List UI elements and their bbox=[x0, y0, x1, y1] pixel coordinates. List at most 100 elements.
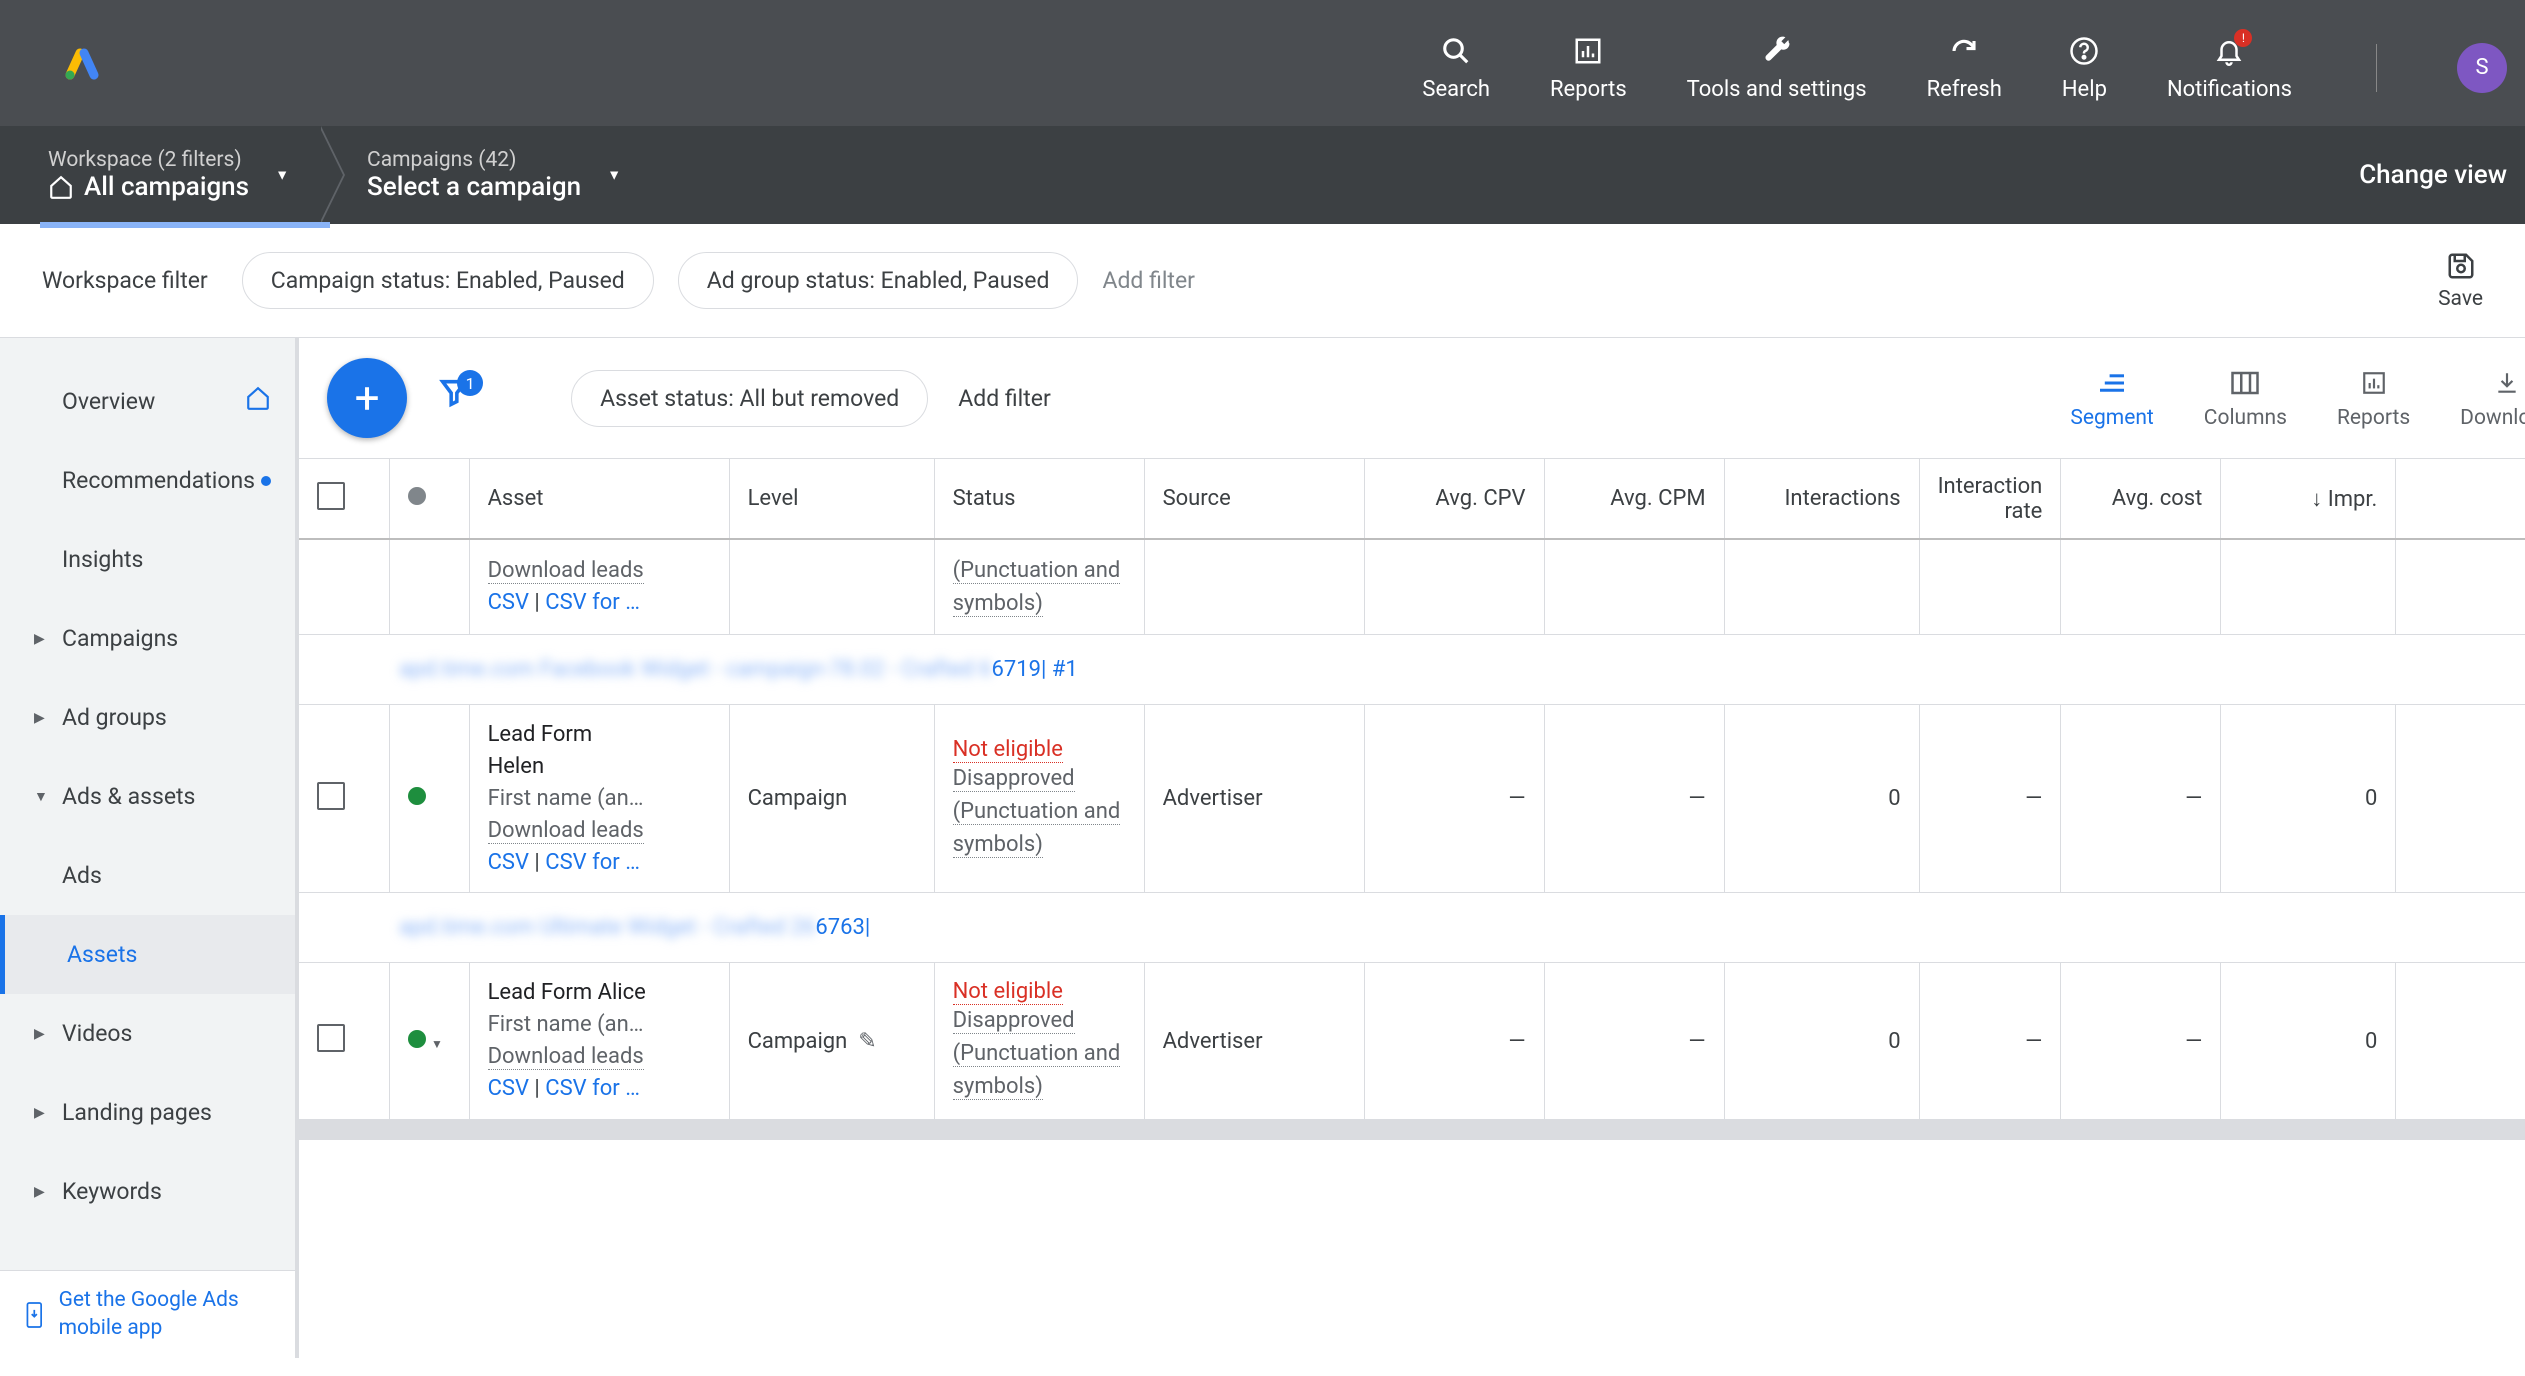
cost-header[interactable]: Co bbox=[2396, 459, 2525, 539]
download-label: Download bbox=[2460, 406, 2525, 430]
campaign-name-blurred: apd.time.com Ultimate Widget - Crafted 2… bbox=[399, 915, 815, 940]
int-rate-cell: — bbox=[1919, 963, 2061, 1120]
sidebar-item-assets[interactable]: Assets bbox=[0, 915, 295, 994]
table-row: Lead FormHelenFirst name (an…Download le… bbox=[299, 705, 2525, 893]
row-status-dot[interactable]: ▼ bbox=[389, 963, 469, 1120]
add-filter-button[interactable]: Add filter bbox=[958, 385, 1051, 412]
workspace-filter-label: Workspace filter bbox=[42, 267, 208, 294]
csv-for-link[interactable]: CSV for … bbox=[545, 850, 640, 875]
campaign-status-chip[interactable]: Campaign status: Enabled, Paused bbox=[242, 252, 654, 309]
sidebar-item-recommendations[interactable]: Recommendations bbox=[0, 441, 295, 520]
sidebar-item-videos[interactable]: ▶Videos bbox=[0, 994, 295, 1073]
reports-button[interactable]: Reports bbox=[1550, 33, 1627, 102]
status-reason: (Punctuation and symbols) bbox=[953, 1041, 1121, 1100]
table-row: ▼ Lead Form AliceFirst name (an…Download… bbox=[299, 963, 2525, 1120]
csv-link[interactable]: CSV bbox=[488, 590, 529, 615]
refresh-button[interactable]: Refresh bbox=[1927, 33, 2002, 102]
sidebar-item-campaigns[interactable]: ▶ Campaigns bbox=[0, 599, 295, 678]
sidebar-item-insights[interactable]: Insights bbox=[0, 520, 295, 599]
avg-cost-header[interactable]: Avg. cost bbox=[2061, 459, 2221, 539]
caret-right-icon: ▶ bbox=[34, 631, 45, 647]
sidebar-item-adsassets[interactable]: ▼Ads & assets bbox=[0, 757, 295, 836]
status-dot-header bbox=[389, 459, 469, 539]
row-checkbox[interactable] bbox=[299, 705, 389, 893]
avatar[interactable]: S bbox=[2457, 43, 2507, 93]
adgroups-label: Ad groups bbox=[62, 704, 167, 731]
status-header[interactable]: Status bbox=[934, 459, 1144, 539]
tools-button[interactable]: Tools and settings bbox=[1687, 33, 1867, 103]
row-checkbox[interactable] bbox=[299, 963, 389, 1120]
sidebar-item-ads[interactable]: Ads bbox=[0, 836, 295, 915]
change-view-button[interactable]: Change view bbox=[2359, 160, 2507, 190]
caret-down-icon: ▼ bbox=[431, 1037, 443, 1051]
sidebar-item-keywords[interactable]: ▶Keywords bbox=[0, 1152, 295, 1231]
caret-right-icon: ▶ bbox=[34, 1026, 45, 1042]
sidebar-footer[interactable]: Get the Google Ads mobile app bbox=[0, 1270, 295, 1358]
recommendations-label: Recommendations bbox=[62, 467, 255, 494]
asset-status-chip[interactable]: Asset status: All but removed bbox=[571, 370, 928, 427]
chevron-down-icon: ▼ bbox=[607, 167, 621, 184]
csv-for-link[interactable]: CSV for … bbox=[545, 590, 640, 615]
horizontal-scrollbar[interactable] bbox=[299, 1120, 2525, 1140]
reports-label: Reports bbox=[1550, 77, 1627, 102]
filter-button[interactable]: 1 bbox=[437, 376, 471, 420]
edit-icon[interactable]: ✎ bbox=[858, 1029, 876, 1054]
download-button[interactable]: Download bbox=[2460, 366, 2525, 430]
level-cell: Campaign bbox=[748, 1029, 848, 1054]
sidebar-item-adgroups[interactable]: ▶Ad groups bbox=[0, 678, 295, 757]
sidebar-item-landing[interactable]: ▶Landing pages bbox=[0, 1073, 295, 1152]
insights-label: Insights bbox=[62, 546, 143, 573]
int-rate-cell: — bbox=[1919, 705, 2061, 893]
adgroup-status-chip[interactable]: Ad group status: Enabled, Paused bbox=[678, 252, 1079, 309]
columns-button[interactable]: Columns bbox=[2204, 366, 2287, 430]
cpv-cell: — bbox=[1364, 963, 1544, 1120]
search-icon bbox=[1441, 33, 1471, 69]
help-button[interactable]: Help bbox=[2062, 33, 2107, 102]
avg-cpv-header[interactable]: Avg. CPV bbox=[1364, 459, 1544, 539]
mobile-app-link[interactable]: Get the Google Ads mobile app bbox=[59, 1287, 271, 1342]
segment-button[interactable]: Segment bbox=[2070, 366, 2153, 430]
select-all-header[interactable] bbox=[299, 459, 389, 539]
checkbox-icon[interactable] bbox=[317, 482, 345, 510]
status-detail: (Punctuation and symbols) bbox=[953, 558, 1121, 617]
interactions-cell: 0 bbox=[1724, 705, 1919, 893]
breadcrumb-campaigns[interactable]: Campaigns (42) Select a campaign ▼ bbox=[319, 126, 651, 224]
status-dot-icon bbox=[408, 487, 426, 505]
source-header[interactable]: Source bbox=[1144, 459, 1364, 539]
impr-header[interactable]: ↓ Impr. bbox=[2221, 459, 2396, 539]
add-filter-button[interactable]: Add filter bbox=[1102, 267, 1195, 294]
breadcrumb-workspace[interactable]: Workspace (2 filters) All campaigns ▼ bbox=[0, 126, 319, 224]
notifications-button[interactable]: !Notifications bbox=[2167, 33, 2292, 102]
reports-button[interactable]: Reports bbox=[2337, 366, 2410, 430]
campaign-id: 6719| #1 bbox=[992, 657, 1078, 682]
asset-header[interactable]: Asset bbox=[469, 459, 729, 539]
level-header[interactable]: Level bbox=[729, 459, 934, 539]
keywords-label: Keywords bbox=[62, 1178, 162, 1205]
status-disapproved: Disapproved bbox=[953, 1008, 1075, 1034]
avg-cpm-header[interactable]: Avg. CPM bbox=[1544, 459, 1724, 539]
home-icon bbox=[48, 174, 74, 200]
avg-cost-cell: — bbox=[2061, 963, 2221, 1120]
csv-link[interactable]: CSV bbox=[488, 1076, 529, 1101]
campaign-group-row[interactable]: apd.time.com Facebook Widget - campaign-… bbox=[299, 635, 2525, 705]
interactions-header[interactable]: Interactions bbox=[1724, 459, 1919, 539]
asset-title: Lead Form bbox=[488, 722, 593, 747]
campaign-group-row[interactable]: apd.time.com Ultimate Widget - Crafted 2… bbox=[299, 893, 2525, 963]
csv-link[interactable]: CSV bbox=[488, 850, 529, 875]
main-content: + 1 Asset status: All but removed Add fi… bbox=[299, 338, 2525, 1358]
interaction-rate-header[interactable]: Interaction rate bbox=[1919, 459, 2061, 539]
segment-label: Segment bbox=[2070, 406, 2153, 430]
add-button[interactable]: + bbox=[327, 358, 407, 438]
segment-icon bbox=[2097, 366, 2127, 400]
avg-cost-cell: — bbox=[2061, 705, 2221, 893]
asset-fields: First name (an… bbox=[488, 1012, 644, 1037]
new-indicator-dot bbox=[261, 476, 271, 486]
download-icon bbox=[2492, 366, 2522, 400]
sidebar-item-overview[interactable]: Overview bbox=[0, 362, 295, 441]
save-button[interactable]: Save bbox=[2438, 251, 2483, 311]
campaigns-label: Campaigns bbox=[62, 625, 178, 652]
impr-cell: 0 bbox=[2221, 963, 2396, 1120]
csv-for-link[interactable]: CSV for … bbox=[545, 1076, 640, 1101]
search-button[interactable]: Search bbox=[1422, 33, 1490, 102]
loading-indicator bbox=[40, 222, 330, 228]
